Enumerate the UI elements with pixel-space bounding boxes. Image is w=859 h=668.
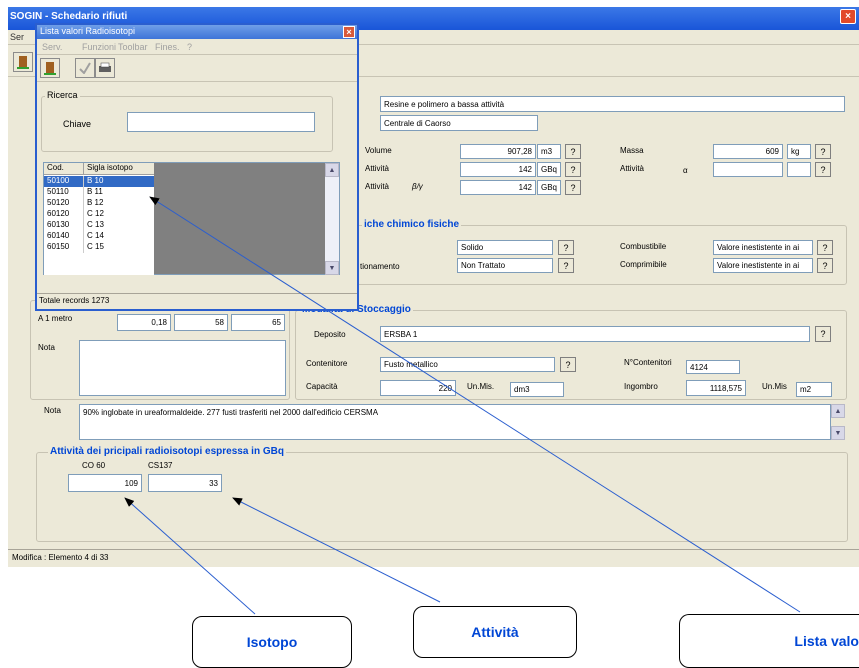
callout-attivita: Attività — [413, 606, 577, 658]
callout-lista: Lista valo — [679, 614, 859, 668]
arrow-isotopo — [124, 497, 256, 615]
callout-isotopo: Isotopo — [192, 616, 352, 668]
callout-arrows — [124, 196, 801, 615]
arrow-lista — [149, 196, 801, 613]
arrow-attivita — [232, 497, 441, 603]
